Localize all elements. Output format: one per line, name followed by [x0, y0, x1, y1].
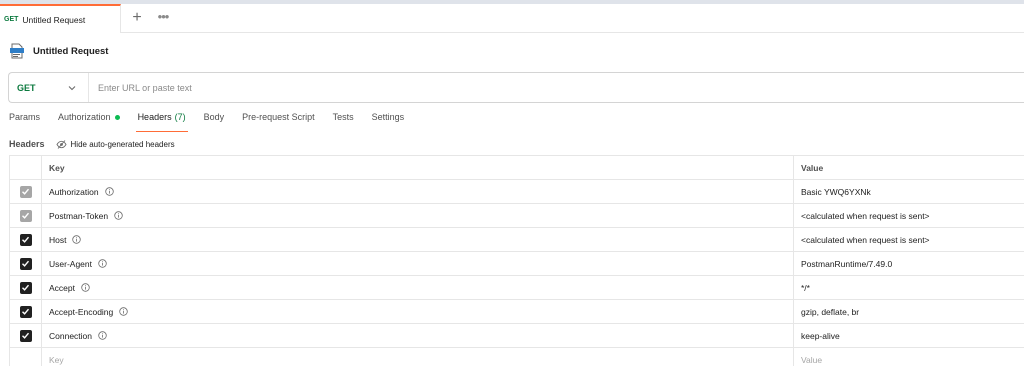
tab-bar: GET Untitled Request + ••• — [0, 4, 1024, 33]
row-value-cell[interactable]: PostmanRuntime/7.49.0 — [793, 252, 1024, 275]
row-check-cell — [9, 324, 41, 347]
info-icon[interactable] — [81, 283, 90, 292]
row-key-cell[interactable]: Host — [41, 228, 793, 251]
row-key: Host — [49, 234, 67, 245]
hide-auto-generated-label: Hide auto-generated headers — [70, 139, 175, 149]
row-value-cell[interactable]: Basic YWQ6YXNk — [793, 180, 1024, 203]
table-row: Accept-Encoding gzip, deflate, br — [9, 300, 1024, 324]
table-row: Postman-Token <calculated when request i… — [9, 204, 1024, 228]
auth-status-dot — [114, 115, 120, 120]
tab-tests[interactable]: Tests — [333, 112, 354, 132]
url-input[interactable] — [89, 73, 1024, 102]
table-row: Accept */* — [9, 276, 1024, 300]
tab-body[interactable]: Body — [204, 112, 225, 132]
tab-authorization[interactable]: Authorization — [58, 112, 120, 132]
row-key: Postman-Token — [49, 210, 109, 221]
info-icon[interactable] — [98, 259, 107, 268]
row-check-cell — [9, 228, 41, 251]
url-bar: GET — [8, 72, 1024, 103]
tab-untitled-request[interactable]: GET Untitled Request — [0, 4, 121, 33]
table-row: User-Agent PostmanRuntime/7.49.0 — [9, 252, 1024, 276]
row-value-cell[interactable]: */* — [793, 276, 1024, 299]
info-icon[interactable] — [119, 307, 128, 316]
table-row: Host <calculated when request is sent> — [9, 228, 1024, 252]
tab-title: Untitled Request — [22, 14, 86, 25]
column-header-value: Value — [793, 156, 1024, 179]
hide-auto-generated-button[interactable]: Hide auto-generated headers — [56, 140, 175, 149]
header-check-cell — [9, 156, 41, 179]
method-select-value: GET — [17, 82, 36, 93]
new-header-key-input[interactable]: Key — [41, 348, 793, 366]
row-key-cell[interactable]: Postman-Token — [41, 204, 793, 227]
request-title-row: Untitled Request — [10, 42, 108, 60]
tab-tests-label: Tests — [332, 112, 354, 122]
tab-pre-request-script[interactable]: Pre-request Script — [242, 112, 315, 132]
tab-settings-label: Settings — [371, 112, 405, 122]
row-key: Accept-Encoding — [49, 306, 114, 317]
headers-label: Headers — [9, 139, 45, 149]
row-checkbox[interactable] — [19, 233, 32, 246]
row-check-cell — [9, 204, 41, 227]
info-icon[interactable] — [98, 331, 107, 340]
tab-authorization-label: Authorization — [58, 112, 111, 122]
row-value-cell[interactable]: gzip, deflate, br — [793, 300, 1024, 323]
table-header-row: Key Value — [9, 156, 1024, 180]
row-value-cell[interactable]: <calculated when request is sent> — [793, 204, 1024, 227]
info-icon[interactable] — [72, 235, 82, 244]
tab-more-icon[interactable]: ••• — [154, 9, 172, 27]
row-value-cell[interactable]: <calculated when request is sent> — [793, 228, 1024, 251]
row-checkbox[interactable] — [19, 281, 32, 294]
tab-method-badge: GET — [4, 16, 19, 23]
row-value-cell[interactable]: keep-alive — [793, 324, 1024, 347]
row-check-cell — [9, 276, 41, 299]
row-checkbox[interactable] — [19, 185, 32, 198]
table-row: Authorization Basic YWQ6YXNk — [9, 180, 1024, 204]
table-row: Connection keep-alive — [9, 324, 1024, 348]
new-tab-plus-icon[interactable]: + — [128, 9, 146, 27]
tab-settings[interactable]: Settings — [372, 112, 405, 132]
row-key: Accept — [49, 282, 75, 293]
row-checkbox[interactable] — [19, 305, 32, 318]
row-key-cell[interactable]: User-Agent — [41, 252, 793, 275]
row-checkbox[interactable] — [19, 329, 32, 342]
row-check-cell — [9, 252, 41, 275]
row-check-cell — [9, 180, 41, 203]
headers-section-heading: Headers Hide auto-generated headers — [9, 138, 175, 150]
info-icon[interactable] — [104, 187, 114, 196]
row-key-cell[interactable]: Connection — [41, 324, 793, 347]
eye-off-icon — [56, 139, 67, 149]
tab-headers[interactable]: Headers (7) — [135, 112, 188, 132]
row-key-cell[interactable]: Accept — [41, 276, 793, 299]
tab-body-label: Body — [203, 112, 225, 122]
request-subtabs: Params Authorization Headers (7) Body Pr… — [9, 112, 422, 132]
row-key: User-Agent — [49, 258, 92, 269]
row-checkbox[interactable] — [19, 209, 32, 222]
row-key: Connection — [49, 330, 93, 341]
tab-headers-count: (7) — [174, 112, 186, 122]
info-icon[interactable] — [114, 211, 123, 220]
headers-table: Key Value Authorization Basic YWQ6YXNk P… — [9, 155, 1024, 366]
row-checkbox[interactable] — [19, 257, 32, 270]
row-key-cell[interactable]: Accept-Encoding — [41, 300, 793, 323]
row-key-cell[interactable]: Authorization — [41, 180, 793, 203]
row-key: Authorization — [49, 186, 99, 197]
new-row-check-cell — [9, 348, 41, 366]
tab-pre-request-script-label: Pre-request Script — [242, 112, 315, 122]
request-name[interactable]: Untitled Request — [33, 46, 108, 57]
method-select[interactable]: GET — [9, 73, 89, 102]
http-request-icon — [10, 43, 24, 59]
tab-headers-label: Headers — [137, 112, 172, 122]
chevron-down-icon — [67, 83, 77, 93]
tab-params-label: Params — [9, 112, 41, 122]
new-header-row: Key Value — [9, 348, 1024, 366]
column-header-key: Key — [41, 156, 793, 179]
tab-params[interactable]: Params — [9, 112, 40, 132]
row-check-cell — [9, 300, 41, 323]
new-header-value-input[interactable]: Value — [793, 348, 1024, 366]
